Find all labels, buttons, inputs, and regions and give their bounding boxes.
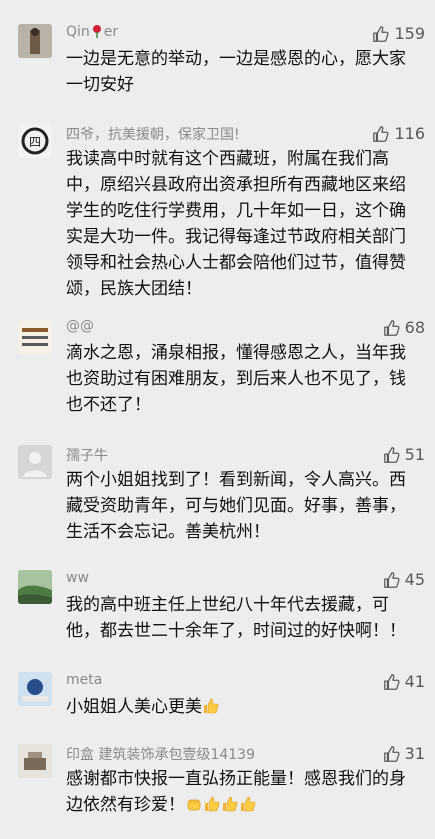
author-name-part: er bbox=[103, 24, 119, 40]
comment-line-text: 小姐姐人美心更美 bbox=[66, 697, 202, 717]
comment-line: 颂，民族大团结！ bbox=[66, 279, 202, 299]
like-button[interactable]: 159 bbox=[372, 24, 425, 43]
avatar[interactable] bbox=[18, 445, 52, 479]
thumbs-up-icon bbox=[383, 571, 400, 588]
comment-author[interactable]: meta bbox=[66, 672, 102, 688]
comment-line: 生活不会忘记。善美杭州！ bbox=[66, 522, 270, 542]
comment-text: 一边是无意的举动，一边是感恩的心，愿大家 一切安好 bbox=[66, 46, 430, 98]
comment-line-text: 边依然有珍爱！ bbox=[66, 795, 185, 815]
like-count: 45 bbox=[404, 570, 425, 589]
thumbs-up-emoji-icon bbox=[205, 796, 220, 812]
thumbs-up-icon bbox=[383, 673, 400, 690]
comment-text: 我的高中班主任上世纪八十年代去援藏，可 他，都去世二十余年了，时间过的好快啊！！ bbox=[66, 592, 430, 644]
thumbs-up-emoji-icon bbox=[223, 796, 238, 812]
comment-line: 一边是无意的举动，一边是感恩的心，愿大家 bbox=[66, 49, 406, 69]
comment-line: 感谢都市快报一直弘扬正能量！感恩我们的身 bbox=[66, 769, 406, 789]
like-count: 116 bbox=[394, 124, 425, 143]
comment-author[interactable]: ww bbox=[66, 570, 89, 586]
like-count: 68 bbox=[404, 318, 425, 337]
comment-line: 小姐姐人美心更美 bbox=[66, 694, 430, 720]
like-button[interactable]: 31 bbox=[383, 744, 425, 763]
thumbs-up-icon bbox=[383, 319, 400, 336]
comment-line: 一切安好 bbox=[66, 75, 134, 95]
comment-line: 他，都去世二十余年了，时间过的好快啊！！ bbox=[66, 621, 406, 641]
thumbs-up-icon bbox=[383, 745, 400, 762]
comment-text: 两个小姐姐找到了！看到新闻，令人高兴。西 藏受资助青年，可与她们见面。好事，善事… bbox=[66, 467, 430, 545]
avatar[interactable]: 四 bbox=[18, 124, 52, 158]
fist-emoji-icon bbox=[187, 799, 201, 811]
like-count: 51 bbox=[404, 445, 425, 464]
comment-text: 滴水之恩，涌泉相报，懂得感恩之人，当年我 也资助过有困难朋友，到后来人也不见了，… bbox=[66, 340, 430, 418]
author-name-part: Qin bbox=[66, 24, 90, 40]
like-count: 31 bbox=[404, 744, 425, 763]
like-count: 159 bbox=[394, 24, 425, 43]
thumbs-up-emoji-icon bbox=[241, 796, 256, 812]
comment-line: 学生的吃住行学费用，几十年如一日，这个确 bbox=[66, 201, 406, 221]
comment-author[interactable]: 孺子牛 bbox=[66, 445, 108, 465]
comment-line: 领导和社会热心人士都会陪他们过节，值得赞 bbox=[66, 253, 406, 273]
comment-author[interactable]: 印盒 建筑装饰承包壹级14139 bbox=[66, 744, 255, 764]
like-button[interactable]: 51 bbox=[383, 445, 425, 464]
comment-line: 边依然有珍爱！ bbox=[66, 792, 430, 818]
thumbs-up-icon bbox=[373, 125, 390, 142]
avatar[interactable] bbox=[18, 570, 52, 604]
comment-line: 实是大功一件。我记得每逢过节政府相关部门 bbox=[66, 227, 406, 247]
comment-line: 我读高中时就有这个西藏班，附属在我们高 bbox=[66, 149, 389, 169]
comment-line: 我的高中班主任上世纪八十年代去援藏，可 bbox=[66, 595, 389, 615]
comment-line: 藏受资助青年，可与她们见面。好事，善事， bbox=[66, 496, 406, 516]
comment-author[interactable]: Qin er bbox=[66, 24, 118, 40]
avatar[interactable] bbox=[18, 672, 52, 706]
like-button[interactable]: 116 bbox=[372, 124, 425, 143]
thumbs-up-icon bbox=[373, 25, 390, 42]
svg-text:四: 四 bbox=[29, 135, 41, 149]
like-button[interactable]: 41 bbox=[383, 672, 425, 691]
thumbs-up-icon bbox=[383, 446, 400, 463]
comment-line: 也不还了！ bbox=[66, 395, 151, 415]
avatar[interactable] bbox=[18, 320, 52, 354]
comment-line: 也资助过有困难朋友，到后来人也不见了，钱 bbox=[66, 369, 406, 389]
like-count: 41 bbox=[404, 672, 425, 691]
comment-text: 感谢都市快报一直弘扬正能量！感恩我们的身 边依然有珍爱！ bbox=[66, 766, 430, 818]
like-button[interactable]: 45 bbox=[383, 570, 425, 589]
comment-text: 小姐姐人美心更美 bbox=[66, 694, 430, 720]
like-button[interactable]: 68 bbox=[383, 318, 425, 337]
avatar[interactable] bbox=[18, 744, 52, 778]
thumbs-up-emoji-icon bbox=[204, 698, 219, 714]
comment-line: 两个小姐姐找到了！看到新闻，令人高兴。西 bbox=[66, 470, 406, 490]
comment-text: 我读高中时就有这个西藏班，附属在我们高 中，原绍兴县政府出资承担所有西藏地区来绍… bbox=[66, 146, 430, 302]
comment-author[interactable]: @@ bbox=[66, 318, 94, 334]
comment-line: 滴水之恩，涌泉相报，懂得感恩之人，当年我 bbox=[66, 343, 406, 363]
avatar[interactable] bbox=[18, 24, 52, 58]
comment-author[interactable]: 四爷，抗美援朝，保家卫国! bbox=[66, 124, 240, 144]
rose-icon bbox=[92, 25, 101, 38]
comment-line: 中，原绍兴县政府出资承担所有西藏地区来绍 bbox=[66, 175, 406, 195]
